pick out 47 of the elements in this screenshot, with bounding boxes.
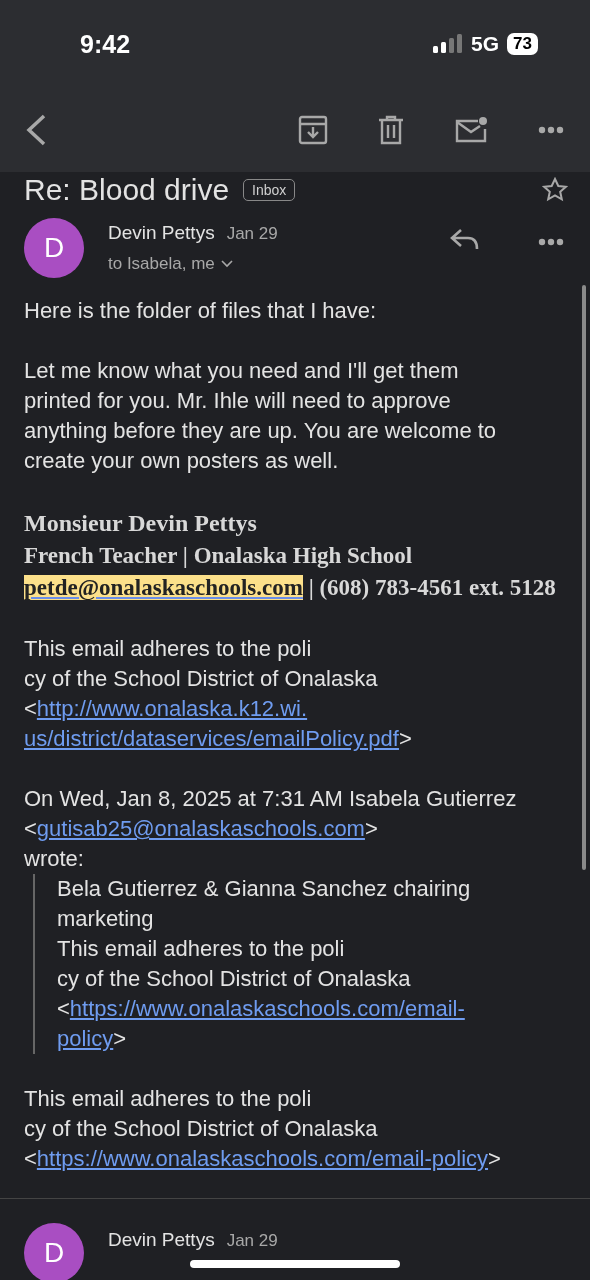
- signature-title: French Teacher | Onalaska High School: [24, 542, 414, 570]
- battery-indicator: 73: [507, 33, 538, 55]
- body-text: anything before they are up. You are welcome to: [24, 417, 498, 445]
- sender-avatar: D: [24, 218, 84, 278]
- link-line: <https://www.onalaskaschools.com/email-policy>: [24, 1145, 502, 1173]
- more-icon: [538, 238, 564, 246]
- body-text: printed for you. Mr. Ihle will need to approve: [24, 387, 452, 415]
- policy-link[interactable]: https://www.onalaskaschools.com/email-policy: [36, 1146, 489, 1171]
- quoted-text: Bela Gutierrez & Gianna Sanchez chairing: [57, 875, 472, 903]
- inbox-label: Inbox: [243, 179, 296, 201]
- body-text: This email adheres to the poli: [57, 935, 346, 963]
- body-text: Let me know what you need and I'll get them: [24, 357, 460, 385]
- subject-title: Re: Blood drive: [24, 173, 230, 207]
- network-label: 5G: [471, 32, 500, 56]
- email-link[interactable]: petde@onalaskaschools.com: [24, 575, 303, 600]
- status-time: 9:42: [80, 29, 131, 59]
- policy-link[interactable]: https://www.onalaskaschools.com/email-: [69, 996, 465, 1021]
- email-link[interactable]: gutisab25@onalaskaschools.com: [36, 816, 365, 841]
- body-text: cy of the School District of Onalaska: [24, 665, 379, 693]
- body-text: cy of the School District of Onalaska: [57, 965, 412, 993]
- sender-avatar: D: [24, 1223, 84, 1280]
- body-text: This email adheres to the poli: [24, 635, 313, 663]
- message-date: Jan 29: [226, 1231, 278, 1251]
- link-line: <http://www.onalaska.k12.wi.: [24, 695, 309, 723]
- reply-icon: [450, 228, 480, 252]
- sender-name: Devin Pettys: [108, 1229, 215, 1251]
- body-text: This email adheres to the poli: [24, 1085, 313, 1113]
- quote-intro: On Wed, Jan 8, 2025 at 7:31 AM Isabela Gutierrez <gutisab25@onalaskaschools.com> wrote:: [24, 785, 518, 873]
- signature-contact: petde@onalaskaschools.com | (608) 783-4561 ext. 5128: [24, 574, 557, 602]
- signature-name: Monsieur Devin Pettys: [24, 509, 258, 538]
- body-text: create your own posters as well.: [24, 447, 340, 475]
- sender-name: Devin Pettys: [108, 222, 215, 244]
- star-icon[interactable]: [542, 177, 568, 203]
- signal-icon: [433, 34, 464, 54]
- body-text: cy of the School District of Onalaska: [24, 1115, 379, 1143]
- policy-link[interactable]: policy: [57, 1026, 114, 1051]
- message-date: Jan 29: [226, 224, 278, 244]
- policy-link[interactable]: us/district/dataservices/emailPolicy.pdf: [24, 726, 399, 751]
- body-text: Here is the folder of files that I have:: [24, 297, 378, 325]
- recipients-toggle[interactable]: to Isabela, me: [108, 254, 420, 274]
- chevron-down-icon: [220, 260, 233, 268]
- link-line: <https://www.onalaskaschools.com/email-: [57, 995, 466, 1023]
- link-line: policy>: [57, 1025, 128, 1053]
- quoted-text: marketing: [57, 905, 155, 933]
- policy-link[interactable]: http://www.onalaska.k12.wi.: [36, 696, 308, 721]
- more-icon: [538, 126, 564, 134]
- link-line: us/district/dataservices/emailPolicy.pdf>: [24, 725, 413, 753]
